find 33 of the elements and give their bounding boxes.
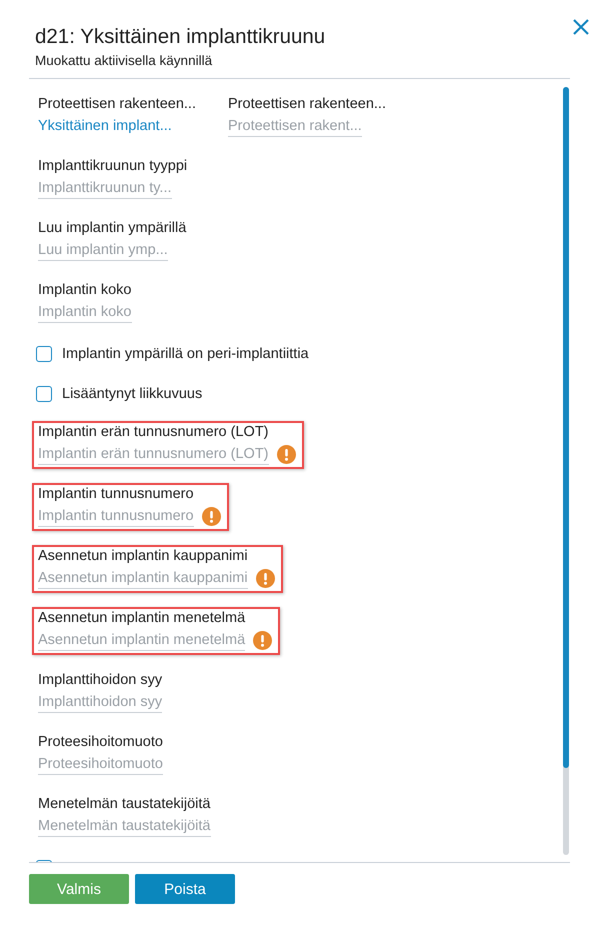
field-value-link[interactable]: Yksittäinen implant... (38, 116, 172, 136)
field-label: Proteettisen rakenteen... (38, 95, 196, 113)
checkbox-label[interactable]: Lisääntynyt liikkuvuus (62, 386, 202, 402)
input-field[interactable]: Implantin koko (38, 302, 132, 323)
field-label: Proteettisen rakenteen... (228, 95, 386, 113)
field-label: Implantin erän tunnusnumero (LOT) (38, 423, 270, 441)
input-field[interactable]: Proteettisen rakent... (228, 116, 362, 137)
input-field[interactable]: Asennetun implantin kauppanimi (38, 568, 248, 589)
field-label: Menetelmän taustatekijöitä (38, 795, 210, 813)
checkbox[interactable] (36, 346, 52, 362)
field-label: Implantin koko (38, 281, 132, 299)
delete-button[interactable]: Poista (135, 874, 235, 904)
field-label: Luu implantin ympärillä (38, 219, 186, 237)
field-label: Implantin tunnusnumero (38, 485, 195, 503)
field-label: Implanttikruunun tyyppi (38, 157, 188, 175)
field-label: Proteesihoitomuoto (38, 733, 163, 751)
field-label: Implanttihoidon syy (38, 671, 162, 689)
input-field[interactable]: Implantin erän tunnusnumero (LOT) (38, 444, 268, 465)
done-button[interactable]: Valmis (29, 874, 129, 904)
dialog-title: d21: Yksittäinen implanttikruunu (35, 24, 326, 50)
input-field[interactable]: Luu implantin ymp... (38, 240, 168, 261)
input-field[interactable]: Proteesihoitomuoto (38, 754, 163, 775)
close-icon[interactable] (572, 18, 590, 36)
input-field[interactable]: Menetelmän taustatekijöitä (38, 816, 210, 837)
input-field[interactable]: Implanttikruunun ty... (38, 178, 172, 199)
field-label: Asennetun implantin menetelmä (38, 609, 246, 627)
checkbox[interactable] (36, 386, 52, 402)
checkbox-label[interactable]: Implantin ympärillä on peri-implantiittia (62, 346, 309, 362)
input-field[interactable]: Asennetun implantin menetelmä (38, 630, 246, 651)
dialog-subtitle: Muokattu aktiivisella käynnillä (35, 53, 214, 68)
field-label: Asennetun implantin kauppanimi (38, 547, 249, 565)
input-field[interactable]: Implantin tunnusnumero (38, 506, 194, 527)
input-field[interactable]: Implanttihoidon syy (38, 692, 162, 713)
